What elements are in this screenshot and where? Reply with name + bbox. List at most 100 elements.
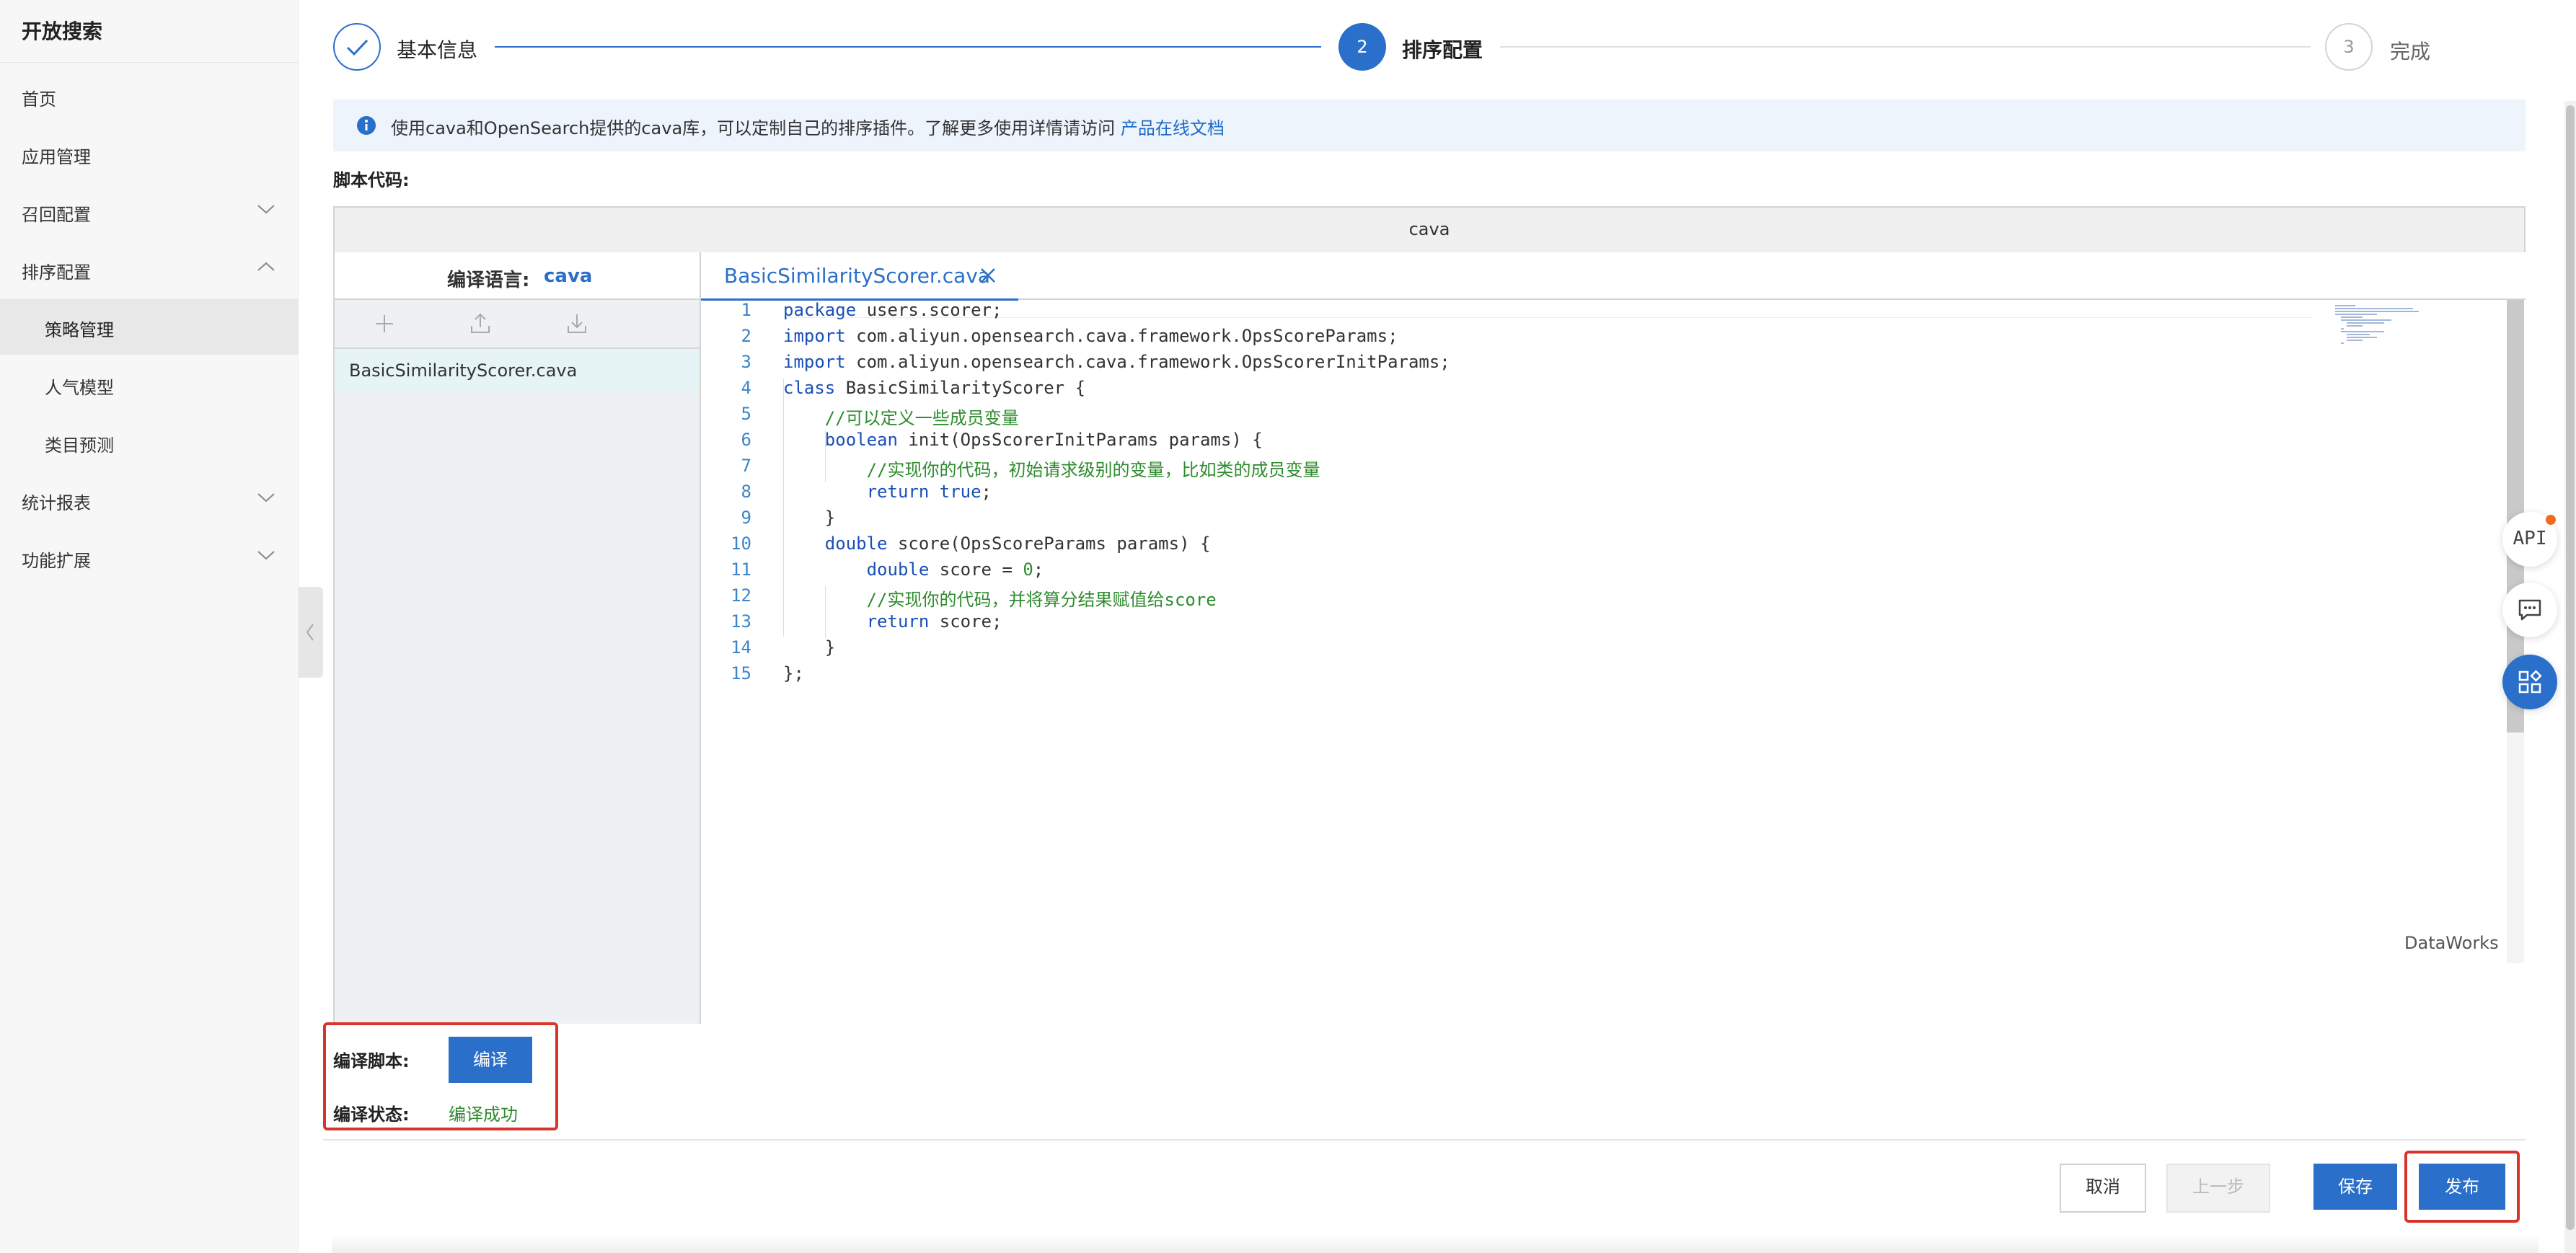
- sidebar-item-sort-config[interactable]: 排序配置: [0, 241, 299, 297]
- sidebar-item-label: 应用管理: [22, 147, 91, 167]
- notification-dot: [2546, 515, 2556, 525]
- download-icon[interactable]: [565, 311, 588, 335]
- line-number: 13: [731, 611, 751, 632]
- cancel-button[interactable]: 取消: [2060, 1164, 2146, 1213]
- sidebar: 开放搜索 首页 应用管理 召回配置 排序配置 策略管理 人气模型 类目预测 统计…: [0, 0, 299, 1253]
- code-line: }: [783, 637, 836, 658]
- line-number: 11: [731, 559, 751, 580]
- add-file-icon[interactable]: [374, 313, 395, 335]
- line-number: 3: [741, 352, 751, 372]
- sidebar-item-label: 策略管理: [45, 320, 114, 340]
- chevron-up-icon: [257, 262, 275, 271]
- step-3-number: 3: [2325, 23, 2373, 71]
- sidebar-item-label: 人气模型: [45, 378, 114, 398]
- file-list-item[interactable]: BasicSimilarityScorer.cava: [335, 349, 700, 394]
- sidebar-divider: [0, 62, 299, 63]
- chat-float-button[interactable]: [2502, 583, 2557, 637]
- code-editor: cava 编译语言: cava BasicSimilarityScorer.ca…: [333, 206, 2526, 1024]
- sidebar-item-popularity-model[interactable]: 人气模型: [0, 356, 299, 412]
- sidebar-item-statistics[interactable]: 统计报表: [0, 471, 299, 528]
- code-line: }: [783, 508, 836, 528]
- line-number: 9: [741, 508, 751, 528]
- compile-status-label: 编译状态:: [333, 1104, 410, 1125]
- chevron-left-icon: [306, 624, 314, 641]
- page-scrollbar[interactable]: [2566, 105, 2575, 1230]
- bottom-shadow: [332, 1234, 2538, 1253]
- code-line: package users.scorer;: [783, 300, 1002, 320]
- watermark: DataWorks: [2404, 933, 2499, 953]
- code-line: boolean init(OpsScorerInitParams params)…: [824, 430, 1263, 450]
- step-2-label: 排序配置: [1402, 38, 1483, 62]
- sidebar-item-strategy-management[interactable]: 策略管理: [0, 298, 299, 355]
- api-label: API: [2513, 528, 2547, 549]
- sidebar-item-label: 类目预测: [45, 435, 114, 456]
- code-lines[interactable]: 1 package users.scorer; 2 import com.aliyun…: [701, 300, 2360, 683]
- editor-tab-bar: BasicSimilarityScorer.cava: [701, 252, 2526, 301]
- line-number: 5: [741, 404, 751, 424]
- sidebar-item-label: 排序配置: [22, 262, 91, 283]
- step-connector: [495, 46, 1321, 48]
- save-button[interactable]: 保存: [2313, 1164, 2397, 1210]
- lang-bar: 编译语言: cava: [335, 252, 700, 300]
- file-name: BasicSimilarityScorer.cava: [349, 360, 578, 381]
- code-line: import com.aliyun.opensearch.cava.framew…: [783, 352, 1450, 372]
- sidebar-item-app-management[interactable]: 应用管理: [0, 125, 299, 182]
- line-number: 14: [731, 637, 751, 658]
- api-float-button[interactable]: API: [2502, 512, 2557, 567]
- code-line: class BasicSimilarityScorer {: [783, 378, 1086, 398]
- apps-float-button[interactable]: [2502, 655, 2557, 709]
- editor-tab[interactable]: BasicSimilarityScorer.cava: [701, 252, 1018, 301]
- code-pane: BasicSimilarityScorer.cava 1 package user…: [701, 252, 2526, 1024]
- line-number: 2: [741, 326, 751, 346]
- close-icon[interactable]: [979, 267, 997, 284]
- docs-link[interactable]: 产品在线文档: [1121, 118, 1225, 138]
- step-connector: [1500, 46, 2311, 48]
- sidebar-item-home[interactable]: 首页: [0, 68, 299, 124]
- editor-header: cava: [335, 208, 2524, 254]
- sidebar-title: 开放搜索: [22, 19, 103, 43]
- step-1-label: 基本信息: [397, 38, 478, 62]
- code-line: //实现你的代码，并将算分结果赋值给score: [866, 590, 1217, 610]
- code-line: double score(OpsScoreParams params) {: [824, 533, 1211, 554]
- chevron-down-icon: [257, 205, 275, 214]
- sidebar-item-label: 召回配置: [22, 205, 91, 225]
- line-number: 4: [741, 378, 751, 398]
- line-number: 15: [731, 663, 751, 683]
- chevron-down-icon: [257, 551, 275, 560]
- apps-icon: [2518, 670, 2542, 694]
- code-line: return true;: [866, 482, 992, 502]
- upload-icon[interactable]: [469, 311, 492, 335]
- sidebar-item-recall-config[interactable]: 召回配置: [0, 183, 299, 239]
- file-pane: 编译语言: cava BasicSimilarityScorer.cava: [335, 252, 701, 1024]
- sidebar-collapse-handle[interactable]: [299, 587, 323, 678]
- line-number: 6: [741, 430, 751, 450]
- minimap-preview: [2335, 305, 2419, 344]
- line-number: 8: [741, 482, 751, 502]
- line-number: 10: [731, 533, 751, 554]
- prev-step-button[interactable]: 上一步: [2166, 1164, 2270, 1213]
- footer-divider: [323, 1139, 2526, 1141]
- sidebar-item-label: 首页: [22, 89, 56, 110]
- editor-tab-label: BasicSimilarityScorer.cava: [724, 264, 991, 288]
- line-number: 7: [741, 456, 751, 476]
- chat-icon: [2518, 599, 2541, 621]
- publish-button[interactable]: 发布: [2419, 1164, 2505, 1210]
- code-line: //实现你的代码，初始请求级别的变量，比如类的成员变量: [866, 460, 1320, 480]
- code-line: //可以定义一些成员变量: [824, 408, 1019, 428]
- script-code-label: 脚本代码:: [333, 170, 410, 190]
- code-line: import com.aliyun.opensearch.cava.framew…: [783, 326, 1398, 346]
- info-banner: 使用cava和OpenSearch提供的cava库，可以定制自己的排序插件。了解…: [333, 99, 2526, 151]
- minimap[interactable]: [2334, 303, 2427, 346]
- info-message: 使用cava和OpenSearch提供的cava库，可以定制自己的排序插件。了解…: [391, 118, 1116, 138]
- check-icon: [346, 39, 369, 56]
- info-icon: [357, 116, 376, 135]
- step-2-number: 2: [1338, 23, 1386, 71]
- sidebar-item-extensions[interactable]: 功能扩展: [0, 529, 299, 585]
- compile-button[interactable]: 编译: [449, 1037, 532, 1083]
- file-toolbar: [335, 300, 700, 349]
- code-line: double score = 0;: [866, 559, 1044, 580]
- compile-lang-value[interactable]: cava: [544, 265, 592, 287]
- code-line: return score;: [866, 611, 1002, 632]
- compile-lang-label: 编译语言:: [447, 270, 530, 291]
- sidebar-item-category-prediction[interactable]: 类目预测: [0, 414, 299, 470]
